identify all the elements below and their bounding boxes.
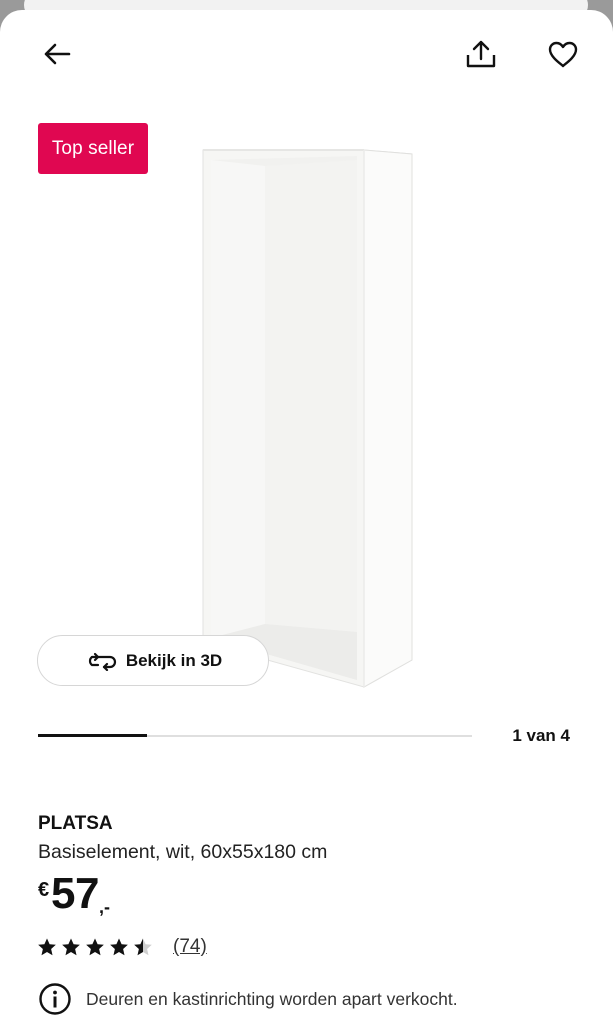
image-carousel-progress <box>38 734 472 737</box>
product-rating[interactable]: (74) <box>37 936 207 958</box>
price-integer: 57 <box>51 869 99 918</box>
product-description: Basiselement, wit, 60x55x180 cm <box>38 841 328 863</box>
price-decimal: ,- <box>99 897 110 917</box>
view-in-3d-label: Bekijk in 3D <box>125 650 223 670</box>
product-image[interactable] <box>195 142 420 692</box>
top-seller-badge: Top seller <box>38 123 148 174</box>
rotate-3d-icon <box>88 652 116 671</box>
product-sheet: Top seller Bekijk in 3D 1 van 4 PLATSA B… <box>0 10 613 1024</box>
star-half-icon <box>134 938 152 956</box>
image-carousel-progress-fill <box>38 734 147 737</box>
share-button[interactable] <box>459 32 503 76</box>
price-currency: € <box>38 879 50 901</box>
arrow-left-icon <box>44 43 71 65</box>
back-button[interactable] <box>35 32 79 76</box>
share-upload-icon <box>466 40 496 68</box>
notice-text: Deuren en kastinrichting worden apart ve… <box>86 988 458 1009</box>
star-full-icon <box>38 938 56 956</box>
star-full-icon <box>86 938 104 956</box>
review-count-link[interactable]: (74) <box>173 936 207 958</box>
star-full-icon <box>110 938 128 956</box>
image-page-indicator: 1 van 4 <box>512 726 570 745</box>
product-name: PLATSA <box>38 813 113 834</box>
view-in-3d-button[interactable]: Bekijk in 3D <box>37 635 269 686</box>
rating-stars <box>37 937 153 957</box>
sold-separately-notice: Deuren en kastinrichting worden apart ve… <box>38 982 458 1016</box>
heart-outline-icon <box>548 41 578 67</box>
star-full-icon <box>62 938 80 956</box>
info-circle-icon <box>39 983 71 1015</box>
favorite-button[interactable] <box>541 32 585 76</box>
